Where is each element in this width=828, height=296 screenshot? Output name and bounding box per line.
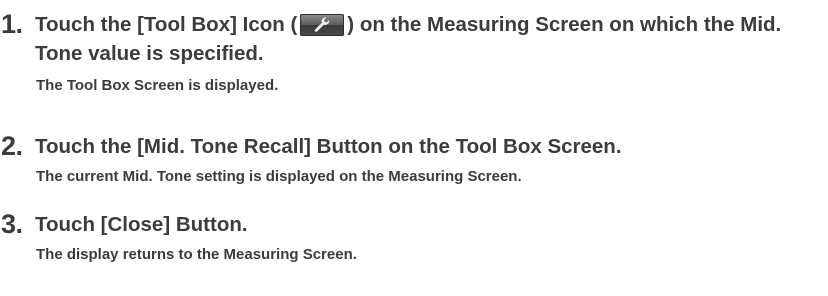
step-3-number: 3. [1,209,23,239]
step-3-text: Touch [Close] Button. [35,213,248,236]
step-1-text-before-icon: Touch the [Tool Box] Icon ( [35,13,298,36]
step-1-text: Touch the [Tool Box] Icon () on the Meas… [35,10,828,68]
step-1-number: 1. [1,9,23,39]
step-3-result: The display returns to the Measuring Scr… [36,246,357,263]
step-2-number: 2. [1,131,23,161]
step-2-instruction: 2. Touch the [Mid. Tone Recall] Button o… [0,132,828,161]
step-3: 3. Touch [Close] Button. The display ret… [0,210,828,265]
step-1-result: The Tool Box Screen is displayed. [36,77,279,94]
step-1: 1. Touch the [Tool Box] Icon () on the M… [0,10,828,96]
step-2-text: Touch the [Mid. Tone Recall] Button on t… [35,135,622,158]
wrench-icon-glyph [315,17,330,32]
step-3-instruction: 3. Touch [Close] Button. [0,210,828,239]
wrench-icon [300,14,345,36]
step-2: 2. Touch the [Mid. Tone Recall] Button o… [0,132,828,187]
step-1-instruction: 1. Touch the [Tool Box] Icon () on the M… [0,10,828,68]
step-2-result: The current Mid. Tone setting is display… [36,168,522,185]
